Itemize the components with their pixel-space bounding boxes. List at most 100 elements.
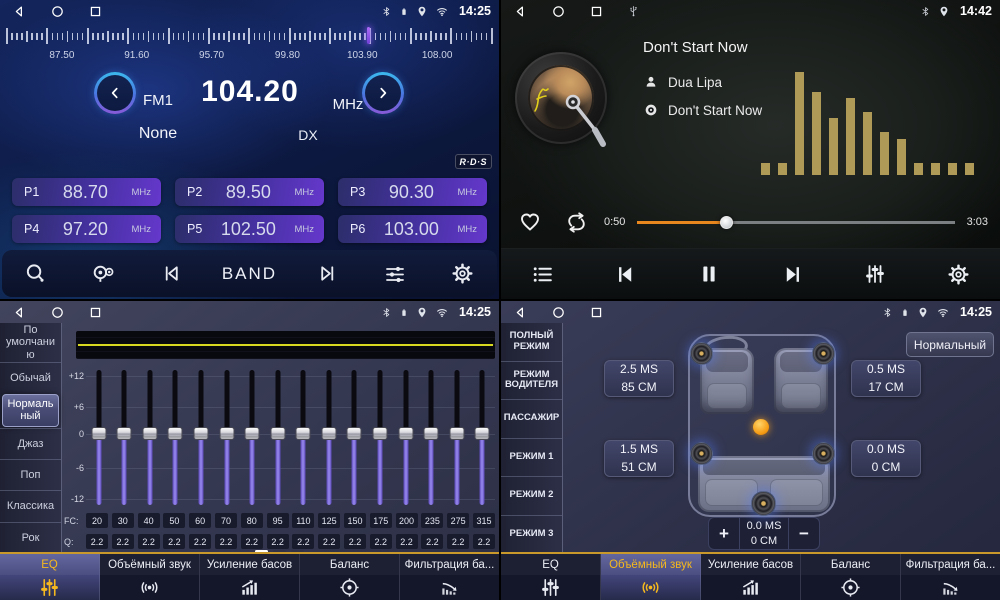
eq-preset-item[interactable]: Классика bbox=[0, 490, 61, 521]
eq-preset-item[interactable]: Обычай bbox=[0, 362, 61, 393]
seek-previous-icon[interactable] bbox=[154, 262, 190, 285]
playlist-icon[interactable] bbox=[525, 262, 561, 287]
settings-gear-icon[interactable] bbox=[940, 263, 976, 286]
eq-preset-item[interactable]: По умолчанию bbox=[0, 323, 61, 362]
tab-filter[interactable]: Фильтрация ба... bbox=[901, 554, 1000, 600]
eq-band-slider[interactable] bbox=[239, 367, 265, 509]
radio-preset-p6[interactable]: P6103.00MHz bbox=[338, 215, 487, 243]
delay-rear-right-button[interactable]: 0.0 MS 0 CM bbox=[851, 440, 921, 477]
radio-preset-p5[interactable]: P5102.50MHz bbox=[175, 215, 324, 243]
radio-waves-icon[interactable] bbox=[86, 261, 122, 286]
decrease-delay-button[interactable]: − bbox=[789, 518, 819, 549]
tab-bass-boost[interactable]: Усиление басов bbox=[701, 554, 801, 600]
radio-preset-p1[interactable]: P188.70MHz bbox=[12, 178, 161, 206]
slider-handle[interactable] bbox=[372, 427, 387, 440]
eq-band-slider[interactable] bbox=[112, 367, 138, 509]
home-icon[interactable] bbox=[551, 305, 566, 320]
settings-gear-icon[interactable] bbox=[445, 262, 481, 285]
home-icon[interactable] bbox=[50, 305, 65, 320]
tab-eq[interactable]: EQ bbox=[0, 554, 100, 600]
radio-preset-p3[interactable]: P390.30MHz bbox=[338, 178, 487, 206]
next-track-icon[interactable] bbox=[774, 262, 810, 287]
eq-preset-item[interactable]: Рок bbox=[0, 522, 61, 553]
eq-preset-item[interactable]: Поп bbox=[0, 459, 61, 490]
stage-mode-item[interactable]: РЕЖИМ 3 bbox=[501, 515, 562, 554]
slider-handle[interactable] bbox=[270, 427, 285, 440]
recents-icon[interactable] bbox=[88, 4, 103, 19]
slider-handle[interactable] bbox=[449, 427, 464, 440]
eq-preset-item[interactable]: Джаз bbox=[0, 428, 61, 459]
eq-band-slider[interactable] bbox=[444, 367, 470, 509]
tab-eq[interactable]: EQ bbox=[501, 554, 601, 600]
stage-mode-item[interactable]: РЕЖИМ 1 bbox=[501, 438, 562, 477]
band-button[interactable]: BAND bbox=[222, 264, 277, 284]
home-icon[interactable] bbox=[50, 4, 65, 19]
eq-band-slider[interactable] bbox=[265, 367, 291, 509]
eq-band-slider[interactable] bbox=[393, 367, 419, 509]
increase-delay-button[interactable]: + bbox=[709, 518, 739, 549]
delay-front-left-button[interactable]: 2.5 MS 85 CM bbox=[604, 360, 674, 397]
back-icon[interactable] bbox=[12, 305, 27, 320]
seek-bar[interactable] bbox=[637, 215, 954, 229]
slider-handle[interactable] bbox=[296, 427, 311, 440]
search-icon[interactable] bbox=[18, 262, 54, 285]
back-icon[interactable] bbox=[513, 4, 528, 19]
stage-preset-button[interactable]: Нормальный bbox=[906, 332, 994, 357]
eq-band-slider[interactable] bbox=[86, 367, 112, 509]
tab-bass-boost[interactable]: Усиление басов bbox=[200, 554, 300, 600]
tab-surround[interactable]: Объёмный звук bbox=[601, 554, 701, 600]
eq-band-slider[interactable] bbox=[291, 367, 317, 509]
eq-band-slider[interactable] bbox=[137, 367, 163, 509]
listener-position-dot[interactable] bbox=[753, 419, 769, 435]
slider-handle[interactable] bbox=[347, 427, 362, 440]
slider-handle[interactable] bbox=[475, 427, 490, 440]
slider-handle[interactable] bbox=[321, 427, 336, 440]
eq-band-slider[interactable] bbox=[163, 367, 189, 509]
slider-handle[interactable] bbox=[424, 427, 439, 440]
slider-handle[interactable] bbox=[194, 427, 209, 440]
stage-mode-item[interactable]: ПОЛНЫЙ РЕЖИМ bbox=[501, 323, 562, 361]
seek-knob[interactable] bbox=[720, 216, 733, 229]
eq-band-slider[interactable] bbox=[418, 367, 444, 509]
dx-mode-label[interactable]: DX bbox=[288, 127, 328, 143]
radio-frequency-scale-ticks[interactable] bbox=[6, 27, 493, 45]
recents-icon[interactable] bbox=[589, 305, 604, 320]
tab-balance[interactable]: Баланс bbox=[801, 554, 901, 600]
eq-band-slider[interactable] bbox=[367, 367, 393, 509]
home-icon[interactable] bbox=[551, 4, 566, 19]
tune-up-button[interactable] bbox=[362, 72, 404, 114]
favorite-heart-icon[interactable] bbox=[517, 210, 543, 234]
seek-next-icon[interactable] bbox=[309, 262, 345, 285]
equalizer-sliders-icon[interactable] bbox=[857, 262, 893, 286]
tab-balance[interactable]: Баланс bbox=[300, 554, 400, 600]
previous-track-icon[interactable] bbox=[608, 262, 644, 287]
radio-preset-p4[interactable]: P497.20MHz bbox=[12, 215, 161, 243]
eq-band-slider[interactable] bbox=[342, 367, 368, 509]
slider-handle[interactable] bbox=[168, 427, 183, 440]
recents-icon[interactable] bbox=[589, 4, 604, 19]
tab-surround[interactable]: Объёмный звук bbox=[100, 554, 200, 600]
slider-handle[interactable] bbox=[398, 427, 413, 440]
slider-handle[interactable] bbox=[245, 427, 260, 440]
tune-down-button[interactable] bbox=[94, 72, 136, 114]
back-icon[interactable] bbox=[513, 305, 528, 320]
stage-mode-item[interactable]: РЕЖИМ ВОДИТЕЛЯ bbox=[501, 361, 562, 400]
pause-icon[interactable] bbox=[691, 262, 727, 286]
recents-icon[interactable] bbox=[88, 305, 103, 320]
eq-band-slider[interactable] bbox=[188, 367, 214, 509]
stage-mode-item[interactable]: ПАССАЖИР bbox=[501, 399, 562, 438]
slider-handle[interactable] bbox=[91, 427, 106, 440]
stage-mode-item[interactable]: РЕЖИМ 2 bbox=[501, 476, 562, 515]
eq-band-slider[interactable] bbox=[316, 367, 342, 509]
equalizer-sliders-icon[interactable] bbox=[377, 262, 413, 286]
eq-band-slider[interactable] bbox=[214, 367, 240, 509]
slider-handle[interactable] bbox=[219, 427, 234, 440]
delay-front-right-button[interactable]: 0.5 MS 17 CM bbox=[851, 360, 921, 397]
eq-preset-item[interactable]: Нормальный bbox=[2, 394, 59, 426]
slider-handle[interactable] bbox=[117, 427, 132, 440]
repeat-icon[interactable] bbox=[563, 210, 590, 235]
slider-handle[interactable] bbox=[142, 427, 157, 440]
back-icon[interactable] bbox=[12, 4, 27, 19]
eq-band-slider[interactable] bbox=[469, 367, 495, 509]
delay-rear-left-button[interactable]: 1.5 MS 51 CM bbox=[604, 440, 674, 477]
